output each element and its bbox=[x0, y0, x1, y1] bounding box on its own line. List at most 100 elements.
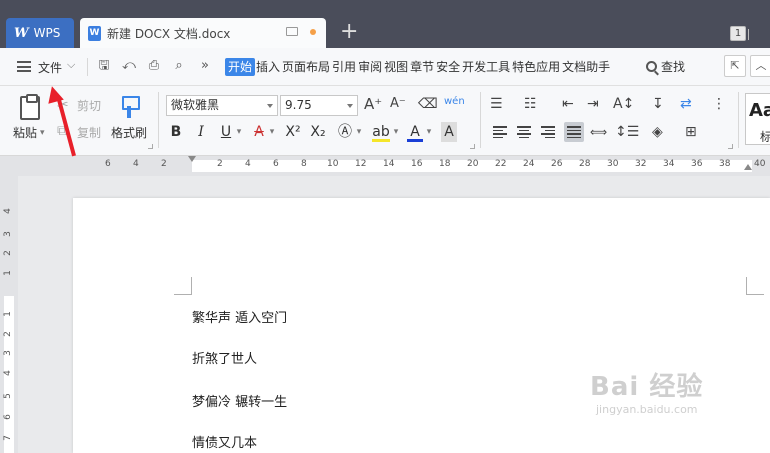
decrease-font-icon[interactable]: A⁻ bbox=[390, 95, 406, 113]
document-line[interactable]: 梦偏冷 辗转一生 bbox=[192, 391, 287, 410]
first-line-indent-marker[interactable] bbox=[188, 156, 196, 162]
font-expander-icon[interactable] bbox=[470, 144, 475, 149]
hamburger-menu-icon[interactable] bbox=[17, 61, 31, 72]
format-painter-icon[interactable] bbox=[122, 96, 140, 118]
ruler-tick: 26 bbox=[551, 159, 563, 169]
pinyin-guide-icon[interactable]: wén bbox=[444, 93, 465, 111]
collapse-ribbon-icon[interactable]: ︿ bbox=[750, 55, 770, 77]
underline-icon[interactable]: U bbox=[218, 122, 234, 142]
ruler-tick: 6 bbox=[2, 414, 13, 420]
right-indent-marker[interactable] bbox=[744, 164, 752, 170]
chinese-layout-icon[interactable]: A↕ bbox=[613, 95, 634, 113]
font-color-icon[interactable]: A bbox=[407, 122, 423, 142]
file-menu-button[interactable]: 文件 bbox=[38, 59, 62, 76]
vertical-ruler[interactable]: 4 3 2 1 1 2 3 4 5 6 7 bbox=[0, 176, 18, 453]
paste-icon[interactable] bbox=[20, 94, 40, 120]
chevron-down-icon[interactable]: ⌵ bbox=[67, 58, 75, 72]
clipboard-expander-icon[interactable] bbox=[148, 144, 153, 149]
tab-references[interactable]: 引用 bbox=[331, 58, 357, 76]
char-shading-icon[interactable]: A bbox=[441, 122, 457, 142]
more-chevrons-icon[interactable]: » bbox=[197, 58, 213, 74]
chevron-down-icon[interactable]: ▾ bbox=[391, 122, 401, 142]
show-hide-marks-icon[interactable]: ⇄ bbox=[680, 95, 692, 113]
clear-format-icon[interactable]: ⌫ bbox=[418, 95, 438, 113]
style-gallery[interactable]: Aa 标 bbox=[745, 93, 770, 145]
copy-button[interactable]: 复制 bbox=[77, 124, 101, 141]
tab-developer[interactable]: 开发工具 bbox=[461, 58, 511, 76]
ruler-tick: 16 bbox=[411, 159, 423, 169]
share-icon[interactable]: ⇱ bbox=[724, 55, 746, 77]
save-icon[interactable]: 🖫 bbox=[96, 58, 112, 74]
font-name-select[interactable]: 微软雅黑 bbox=[166, 95, 278, 116]
text-effect-icon[interactable]: Ⓐ bbox=[337, 122, 353, 142]
increase-font-icon[interactable]: A⁺ bbox=[364, 95, 382, 113]
cut-button[interactable]: 剪切 bbox=[77, 97, 101, 114]
distributed-align-icon[interactable]: ⟺ bbox=[590, 123, 607, 141]
find-button[interactable]: 查找 bbox=[646, 58, 685, 75]
borders-icon[interactable]: ⊞ bbox=[685, 123, 697, 141]
undo-history-icon[interactable]: ⤺ bbox=[121, 58, 137, 74]
ruler-tick: 1 bbox=[2, 311, 13, 317]
paragraph-expander-icon[interactable] bbox=[728, 144, 733, 149]
tab-special-apps[interactable]: 特色应用 bbox=[511, 58, 561, 76]
chevron-down-icon[interactable]: ▾ bbox=[234, 122, 244, 142]
ruler-tick: 18 bbox=[439, 159, 451, 169]
tab-doc-assistant[interactable]: 文档助手 bbox=[561, 58, 611, 76]
watermark-url: jingyan.baidu.com bbox=[596, 403, 698, 416]
tab-security[interactable]: 安全 bbox=[435, 58, 461, 76]
tab-view[interactable]: 视图 bbox=[383, 58, 409, 76]
tab-sections[interactable]: 章节 bbox=[409, 58, 435, 76]
chevron-down-icon[interactable]: ▾ bbox=[424, 122, 434, 142]
shading-icon[interactable]: ◈ bbox=[652, 123, 663, 141]
ruler-tick: 22 bbox=[495, 159, 507, 169]
chevron-down-icon[interactable]: ▾ bbox=[267, 122, 277, 142]
subscript-icon[interactable]: X₂ bbox=[309, 122, 327, 142]
align-right-icon[interactable] bbox=[538, 122, 558, 142]
line-spacing-options-icon[interactable]: ⋮ bbox=[712, 95, 726, 113]
bullet-list-icon[interactable]: ☰ bbox=[490, 95, 503, 113]
chevron-down-icon[interactable]: ▾ bbox=[354, 122, 364, 142]
font-size-select[interactable]: 9.75 bbox=[280, 95, 358, 116]
document-line[interactable]: 折煞了世人 bbox=[192, 348, 257, 367]
wps-home-tab[interactable]: W WPS bbox=[6, 18, 74, 48]
ruler-tick: 38 bbox=[719, 159, 731, 169]
paste-button[interactable]: 粘贴 bbox=[13, 124, 37, 141]
ruler-tick: 4 bbox=[133, 159, 139, 169]
ruler-tick: 6 bbox=[273, 159, 279, 169]
tab-home[interactable]: 开始 bbox=[225, 58, 256, 76]
print-icon[interactable]: ⎙ bbox=[146, 58, 162, 74]
tab-count-badge[interactable]: 1 bbox=[730, 26, 749, 41]
ruler-tick: 8 bbox=[301, 159, 307, 169]
monitor-icon[interactable] bbox=[286, 27, 298, 36]
sort-icon[interactable]: ↧ bbox=[652, 95, 664, 113]
docx-file-icon: W bbox=[88, 25, 101, 41]
ruler-tick: 34 bbox=[663, 159, 675, 169]
tab-page-layout[interactable]: 页面布局 bbox=[281, 58, 331, 76]
find-label: 查找 bbox=[661, 60, 686, 74]
tab-review[interactable]: 审阅 bbox=[357, 58, 383, 76]
superscript-icon[interactable]: X² bbox=[284, 122, 302, 142]
new-tab-button[interactable]: + bbox=[340, 19, 358, 45]
justify-icon[interactable] bbox=[564, 122, 584, 142]
increase-indent-icon[interactable]: ⇥ bbox=[587, 95, 599, 113]
document-line[interactable]: 情债又几本 bbox=[192, 432, 257, 451]
print-preview-icon[interactable]: ⌕ bbox=[171, 58, 187, 74]
document-line[interactable]: 繁华声 遁入空门 bbox=[192, 307, 287, 326]
numbered-list-icon[interactable]: ☷ bbox=[524, 95, 537, 113]
bold-icon[interactable]: B bbox=[168, 122, 184, 142]
horizontal-ruler[interactable]: 6 4 2 2 4 6 8 10 12 14 16 18 20 22 24 26… bbox=[0, 156, 770, 176]
line-spacing-icon[interactable]: ↕☰ bbox=[615, 123, 639, 141]
ruler-tick: 2 bbox=[2, 331, 13, 337]
tab-insert[interactable]: 插入 bbox=[255, 58, 281, 76]
strikethrough-icon[interactable]: A bbox=[251, 122, 267, 142]
align-center-icon[interactable] bbox=[514, 122, 534, 142]
wps-tab-label: WPS bbox=[33, 26, 61, 40]
decrease-indent-icon[interactable]: ⇤ bbox=[562, 95, 574, 113]
format-painter-button[interactable]: 格式刷 bbox=[111, 124, 147, 141]
paste-dropdown-icon[interactable]: ▾ bbox=[40, 124, 45, 142]
italic-icon[interactable]: I bbox=[193, 122, 209, 142]
align-left-icon[interactable] bbox=[490, 122, 510, 142]
document-tab[interactable]: W 新建 DOCX 文档.docx bbox=[80, 18, 326, 48]
baidu-watermark: Bai 经验 jingyan.baidu.com bbox=[590, 366, 703, 416]
highlight-icon[interactable]: ab bbox=[372, 122, 390, 142]
